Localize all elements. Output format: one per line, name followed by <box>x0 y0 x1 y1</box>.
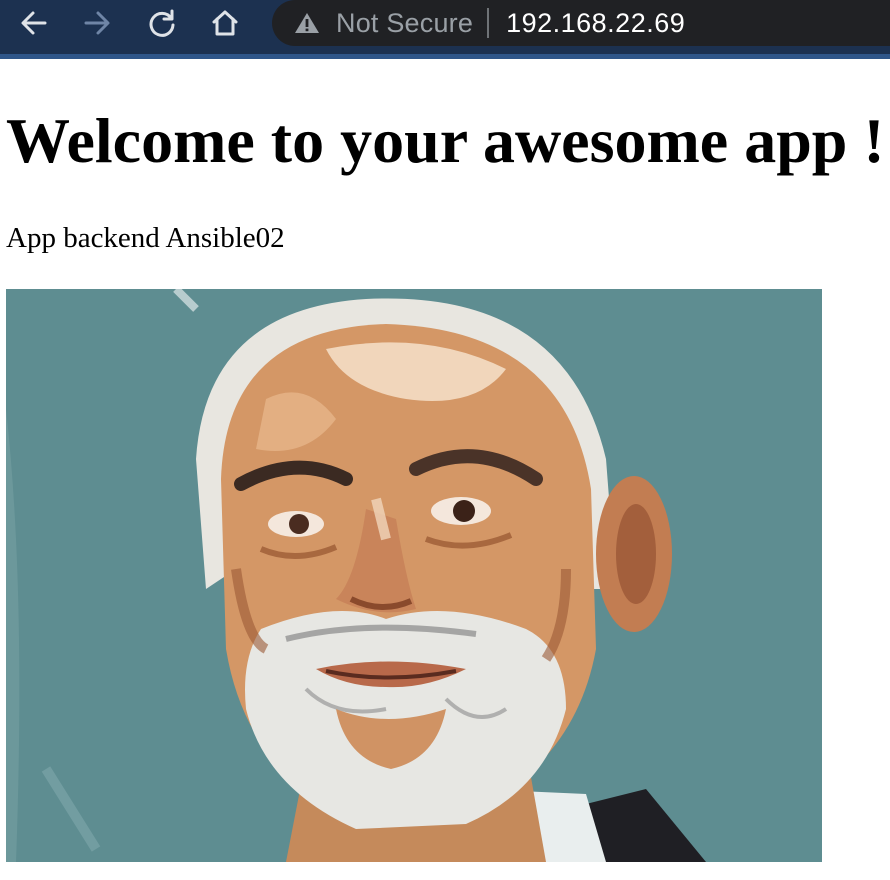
browser-toolbar: Not Secure 192.168.22.69 <box>0 0 890 59</box>
back-button[interactable] <box>14 5 54 41</box>
home-icon <box>212 10 238 36</box>
address-bar[interactable]: Not Secure 192.168.22.69 <box>272 0 890 46</box>
address-divider <box>487 8 490 38</box>
security-status-label[interactable]: Not Secure <box>336 8 473 39</box>
back-arrow-icon <box>21 11 47 35</box>
reload-icon <box>149 9 175 37</box>
portrait-illustration <box>6 289 822 862</box>
home-button[interactable] <box>205 5 245 41</box>
backend-label: App backend Ansible02 <box>6 222 285 254</box>
forward-arrow-icon <box>84 11 110 35</box>
forward-button[interactable] <box>77 5 117 41</box>
url-text[interactable]: 192.168.22.69 <box>506 8 685 39</box>
reload-button[interactable] <box>142 5 182 41</box>
warning-icon[interactable] <box>294 11 320 35</box>
page-title: Welcome to your awesome app ! <box>6 105 885 176</box>
portrait-image <box>6 289 822 862</box>
